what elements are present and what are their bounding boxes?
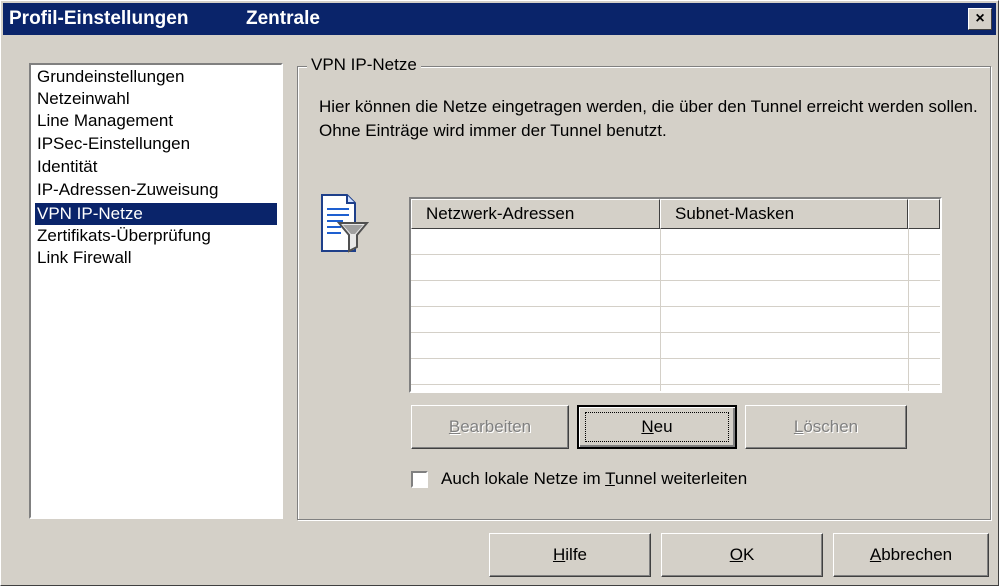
sidebar-item-link-firewall[interactable]: Link Firewall [37, 247, 277, 269]
table-row[interactable] [411, 255, 940, 281]
sidebar-item-ip-zuweisung[interactable]: IP-Adressen-Zuweisung [37, 179, 277, 201]
column-divider [660, 229, 661, 391]
group-title: VPN IP-Netze [307, 53, 421, 77]
help-button[interactable]: Hilfe [489, 533, 651, 577]
close-icon: × [975, 10, 985, 27]
tunnel-local-nets-label[interactable]: Auch lokale Netze im Tunnel weiterleiten [441, 467, 747, 491]
new-button[interactable]: Neu [577, 405, 737, 449]
close-button[interactable]: × [968, 8, 992, 30]
panel-description: Hier können die Netze eingetragen werden… [319, 97, 978, 140]
settings-category-list[interactable]: Grundeinstellungen Netzeinwahl Line Mana… [29, 63, 283, 519]
edit-button[interactable]: Bearbeiten [411, 405, 569, 449]
sidebar-item-grundeinstellungen[interactable]: Grundeinstellungen [37, 66, 277, 88]
table-row[interactable] [411, 307, 940, 333]
sidebar-item-vpn-ip-netze[interactable]: VPN IP-Netze [35, 203, 277, 225]
table-header: Netzwerk-Adressen Subnet-Masken [411, 199, 940, 229]
sidebar-item-line-management[interactable]: Line Management [37, 110, 277, 132]
networks-table[interactable]: Netzwerk-Adressen Subnet-Masken [409, 197, 942, 393]
ok-button[interactable]: OK [661, 533, 823, 577]
sidebar-item-zertifikate[interactable]: Zertifikats-Überprüfung [37, 225, 277, 247]
sidebar-item-netzeinwahl[interactable]: Netzeinwahl [37, 88, 277, 110]
column-subnet-mask[interactable]: Subnet-Masken [660, 199, 908, 229]
column-network-address[interactable]: Netzwerk-Adressen [411, 199, 660, 229]
column-filler [908, 199, 940, 229]
profile-settings-dialog: Profil-Einstellungen Zentrale × Grundein… [0, 0, 999, 586]
filter-document-icon [319, 193, 370, 255]
sidebar-item-identitaet[interactable]: Identität [37, 156, 277, 178]
column-divider [908, 229, 909, 391]
sidebar-item-ipsec[interactable]: IPSec-Einstellungen [37, 133, 277, 155]
window-subtitle: Zentrale [246, 8, 320, 29]
delete-button[interactable]: Löschen [745, 405, 907, 449]
table-row[interactable] [411, 359, 940, 385]
table-row[interactable] [411, 229, 940, 255]
title-bar[interactable]: Profil-Einstellungen Zentrale × [3, 3, 996, 35]
table-row[interactable] [411, 281, 940, 307]
window-title: Profil-Einstellungen [9, 8, 189, 29]
cancel-button[interactable]: Abbrechen [833, 533, 989, 577]
focus-rect [585, 412, 729, 442]
tunnel-local-nets-checkbox[interactable] [411, 471, 428, 488]
table-row[interactable] [411, 333, 940, 359]
